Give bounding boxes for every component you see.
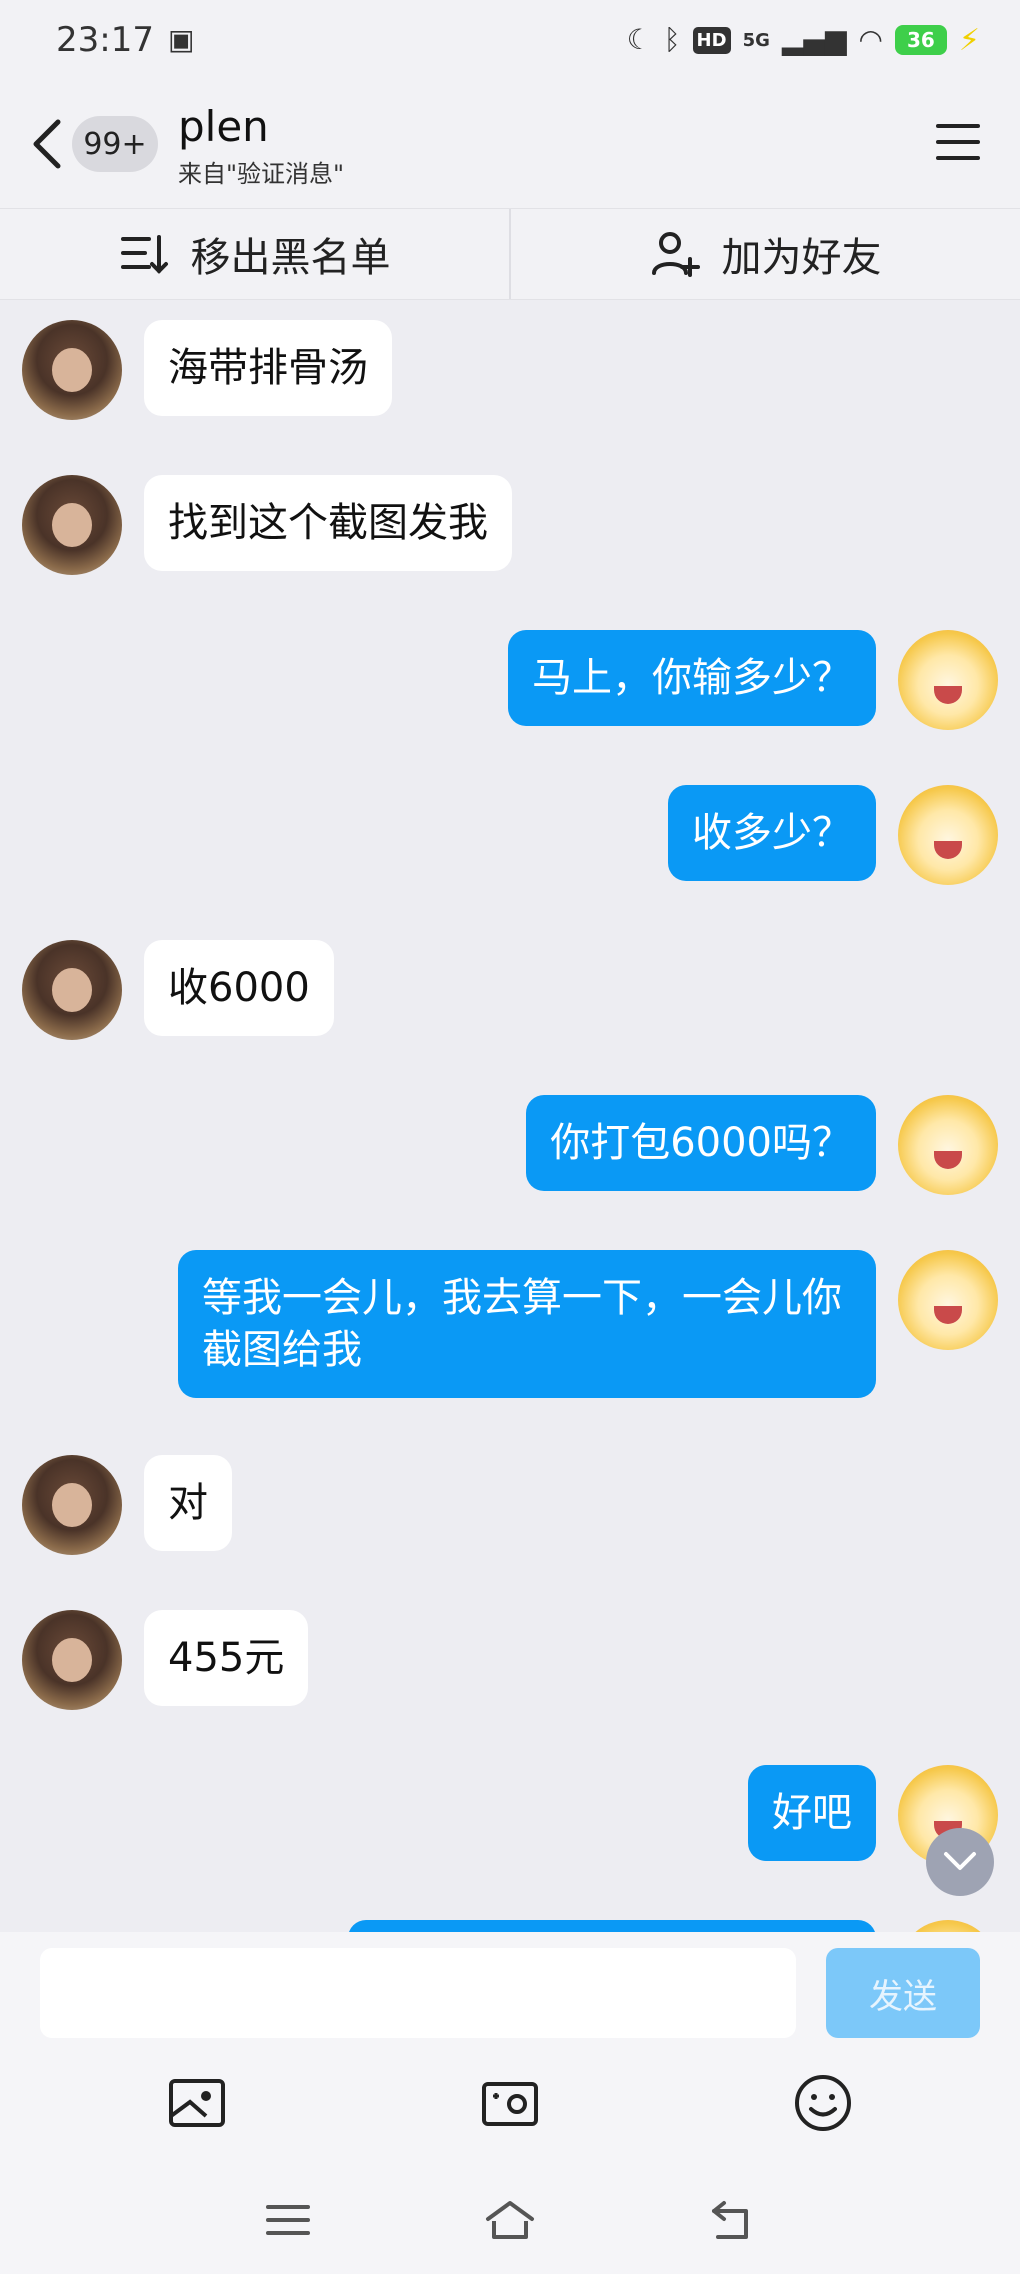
send-button[interactable]: 发送 (826, 1948, 980, 2038)
contact-avatar[interactable] (22, 475, 122, 575)
camera-button[interactable] (479, 2072, 541, 2138)
network-type-label: 5G (742, 29, 770, 51)
app-notification-icon: ▣ (167, 23, 195, 56)
my-avatar[interactable] (898, 1095, 998, 1195)
hd-voice-icon: HD (692, 26, 731, 54)
chat-title: plen (178, 102, 269, 151)
home-button[interactable] (484, 2197, 536, 2247)
smiley-icon (795, 2075, 852, 2131)
message-input[interactable] (40, 1948, 796, 2038)
status-time: 23:17 (56, 20, 154, 60)
menu-button[interactable] (936, 124, 980, 164)
photo-button[interactable] (166, 2072, 228, 2138)
remove-blacklist-button[interactable]: 移出黑名单 (0, 209, 509, 299)
my-avatar[interactable] (898, 1920, 998, 1932)
action-bar: 移出黑名单 加为好友 (0, 208, 1020, 300)
signal-icon: ▂▄▆ (781, 23, 847, 56)
back-nav-button[interactable] (706, 2197, 758, 2247)
contact-avatar[interactable] (22, 940, 122, 1040)
add-friend-label: 加为好友 (721, 235, 882, 281)
message-bubble[interactable]: 海带排骨汤 (144, 320, 392, 416)
menu-line (936, 140, 980, 144)
home-icon (486, 2201, 534, 2239)
charging-bolt-icon: ⚡ (958, 22, 980, 58)
remove-blacklist-label: 移出黑名单 (190, 235, 391, 281)
recent-apps-button[interactable] (262, 2197, 314, 2247)
scroll-to-bottom-button[interactable] (926, 1828, 994, 1896)
message-bubble[interactable]: 你打包6000吗？ (526, 1095, 876, 1191)
wifi-icon: ◠ (858, 23, 883, 56)
list-sort-icon (120, 235, 168, 274)
my-avatar[interactable] (898, 630, 998, 730)
do-not-disturb-moon-icon: ☾ (626, 23, 652, 56)
chat-subtitle: 来自"验证消息" (178, 160, 345, 189)
chevron-down-icon (944, 1852, 976, 1870)
contact-avatar[interactable] (22, 1455, 122, 1555)
my-avatar[interactable] (898, 1250, 998, 1350)
menu-line (936, 124, 980, 128)
back-arrow-icon (712, 2201, 748, 2239)
back-button[interactable] (28, 116, 68, 172)
message-bubble[interactable]: 好吧 (748, 1765, 876, 1861)
message-list[interactable]: 海带排骨汤 找到这个截图发我 马上，你输多少？ 收多少？ 收6000 你打包60… (0, 300, 1020, 1932)
contact-avatar[interactable] (22, 1610, 122, 1710)
camera-icon (481, 2082, 538, 2126)
message-bubble[interactable]: 收多少？ (668, 785, 876, 881)
add-user-icon (651, 232, 700, 277)
chevron-left-icon (33, 119, 61, 169)
status-bar: 23:17 ▣ ☾ ᛒ HD 5G ▂▄▆ ◠ 36 ⚡ (0, 0, 1020, 80)
message-bubble[interactable]: 对 (144, 1455, 232, 1551)
message-bubble[interactable]: 马上，你输多少？ (508, 630, 876, 726)
input-bar: 发送 (0, 1932, 1020, 2040)
chat-title-block[interactable]: plen 来自"验证消息" (178, 102, 345, 189)
chat-header: 99+ plen 来自"验证消息" (0, 80, 1020, 208)
system-nav-bar (0, 2170, 1020, 2274)
contact-avatar[interactable] (22, 320, 122, 420)
battery-icon: 36 (894, 25, 947, 55)
message-bubble[interactable]: 收6000 (144, 940, 334, 1036)
message-bubble[interactable]: 等我一会儿，我去算一下，一会儿你截图给我 (178, 1250, 876, 1398)
emoji-button[interactable] (792, 2072, 854, 2138)
message-bubble[interactable]: 找到这个截图发我 (144, 475, 512, 571)
message-bubble[interactable] (348, 1920, 876, 1932)
menu-line (936, 156, 980, 160)
my-avatar[interactable] (898, 785, 998, 885)
unread-count-badge[interactable]: 99+ (72, 116, 158, 172)
image-icon (168, 2079, 225, 2127)
input-toolbar (0, 2040, 1020, 2170)
message-bubble[interactable]: 455元 (144, 1610, 309, 1706)
add-friend-button[interactable]: 加为好友 (509, 209, 1020, 299)
battery-level: 36 (907, 28, 935, 52)
recent-apps-icon (266, 2205, 310, 2235)
bluetooth-icon: ᛒ (663, 23, 681, 56)
